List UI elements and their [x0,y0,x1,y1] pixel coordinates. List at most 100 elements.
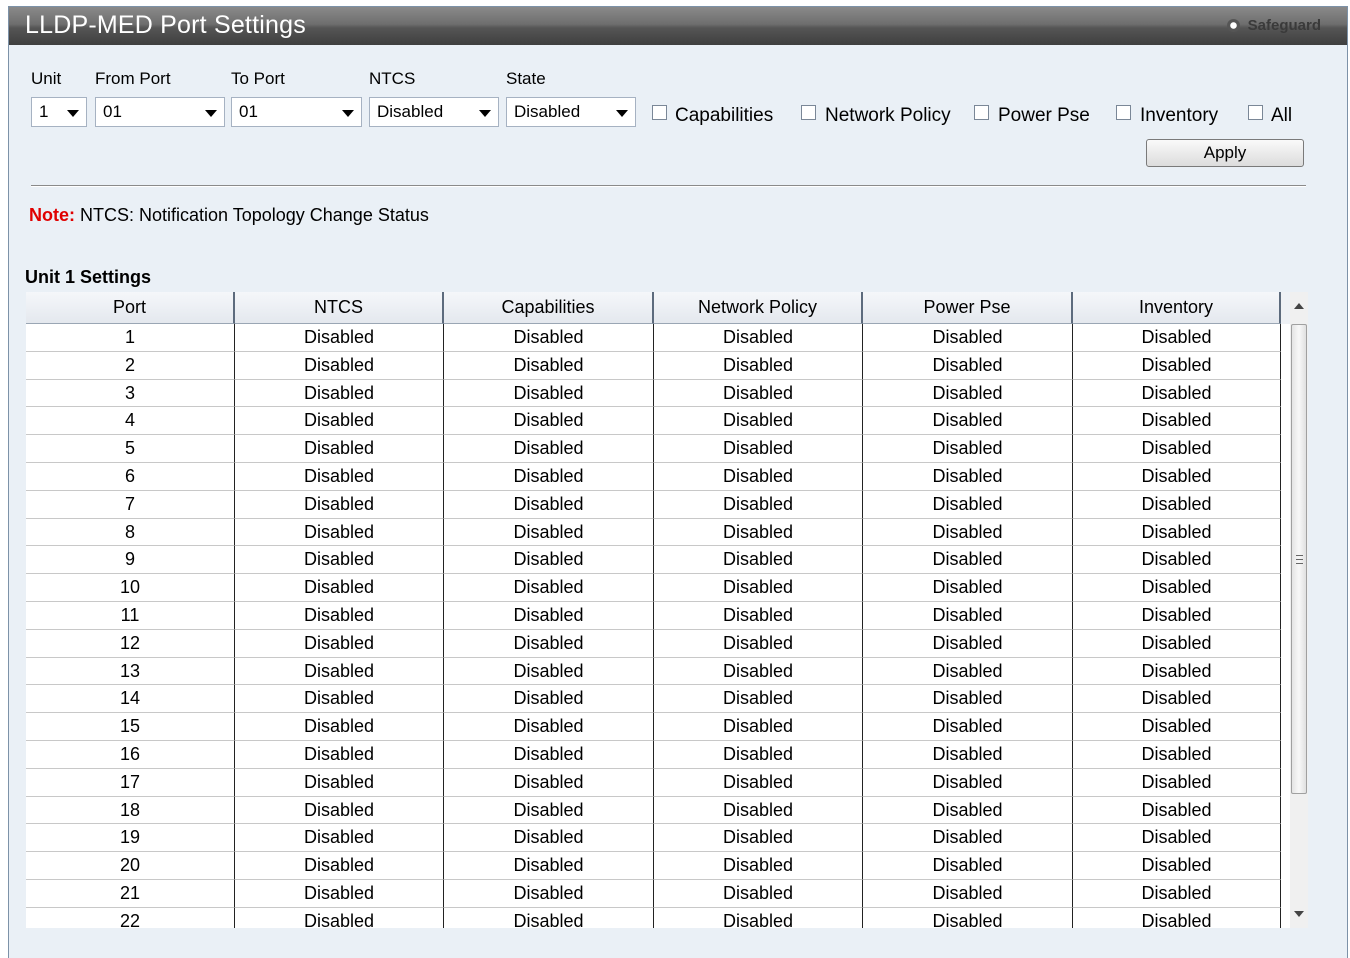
table-row: 12 Disabled Disabled Disabled Disabled Disabl… [26,629,1298,658]
table-cell: Disabled [863,351,1073,380]
table-cell: Disabled [235,379,444,408]
capabilities-checkbox[interactable] [652,105,667,120]
to-port-select[interactable]: 01 [231,97,362,127]
table-cell: Disabled [1073,490,1281,519]
table-cell: Disabled [1073,351,1281,380]
inventory-checkbox-label: Inventory [1140,105,1219,126]
scroll-down-arrow-icon[interactable] [1294,911,1304,917]
unit-select[interactable]: 1 [31,97,87,127]
table-cell: Disabled [1073,462,1281,491]
unit-label: Unit [31,69,62,88]
table-cell: Disabled [654,351,863,380]
table-cell: Disabled [654,435,863,463]
chevron-down-icon [67,110,79,117]
ntcs-select-value: Disabled [377,102,444,121]
ntcs-select[interactable]: Disabled [369,97,499,127]
table-row: 14 Disabled Disabled Disabled Disabled Disabl… [26,685,1298,714]
table-cell: Disabled [863,879,1073,908]
table-row: 11 Disabled Disabled Disabled Disabled Disabl… [26,601,1298,630]
table-cell: Disabled [235,407,444,436]
table-cell: 17 [26,768,235,797]
settings-table: Port NTCS Capabilities Network Policy Po… [26,292,1298,928]
divider [31,185,1306,187]
table-cell: Disabled [444,407,654,436]
table-row: 21 Disabled Disabled Disabled Disabled Disabl… [26,879,1298,908]
table-cell: Disabled [654,462,863,491]
table-cell: Disabled [654,601,863,630]
state-label: State [506,69,546,88]
table-cell: Disabled [444,490,654,519]
table-cell: Disabled [654,879,863,908]
table-cell: 18 [26,796,235,825]
from-port-select[interactable]: 01 [95,97,225,127]
table-cell: Disabled [654,574,863,602]
chevron-down-icon [616,110,628,117]
table-cell: Disabled [235,324,444,352]
table-cell: 3 [26,379,235,408]
table-cell: Disabled [235,657,444,686]
table-cell: Disabled [1073,601,1281,630]
table-cell: Disabled [1073,657,1281,686]
table-cell: Disabled [235,546,444,575]
table-row: 4 Disabled Disabled Disabled Disabled Disable… [26,407,1298,436]
table-cell: Disabled [654,629,863,658]
table-header: Port NTCS Capabilities Network Policy Po… [26,292,1298,324]
all-checkbox-label: All [1271,105,1293,126]
table-row: 9 Disabled Disabled Disabled Disabled Disable… [26,546,1298,575]
table-cell: Disabled [235,824,444,853]
all-checkbox[interactable] [1248,105,1263,120]
table-cell: Disabled [863,824,1073,853]
table-cell: Disabled [654,852,863,880]
table-cell: Disabled [654,546,863,575]
table-cell: Disabled [235,490,444,519]
inventory-checkbox[interactable] [1116,105,1131,120]
table-cell: Disabled [235,713,444,741]
table-cell: 2 [26,351,235,380]
scroll-up-arrow-icon[interactable] [1294,303,1304,309]
state-select[interactable]: Disabled [506,97,636,127]
table-cell: Disabled [1073,324,1281,352]
table-cell: Disabled [235,574,444,602]
table-row: 3 Disabled Disabled Disabled Disabled Disable… [26,379,1298,408]
table-cell: 14 [26,685,235,714]
column-header-ntcs: NTCS [235,292,444,324]
table-cell: Disabled [444,713,654,741]
table-cell: Disabled [654,768,863,797]
chevron-down-icon [342,110,354,117]
table-cell: Disabled [444,518,654,547]
chevron-down-icon [205,110,217,117]
table-cell: Disabled [863,852,1073,880]
table-cell: Disabled [1073,574,1281,602]
table-cell: Disabled [1073,435,1281,463]
power-pse-checkbox[interactable] [974,105,989,120]
network-policy-checkbox[interactable] [801,105,816,120]
table-scrollbar[interactable] [1290,292,1308,928]
chevron-down-icon [479,110,491,117]
table-cell: Disabled [1073,907,1281,928]
table-body: 1 Disabled Disabled Disabled Disabled Disable… [26,324,1298,928]
table-cell: Disabled [1073,796,1281,825]
table-cell: Disabled [444,740,654,769]
table-cell: 20 [26,852,235,880]
table-row: 16 Disabled Disabled Disabled Disabled Disabl… [26,740,1298,769]
table-cell: Disabled [444,379,654,408]
table-cell: Disabled [444,907,654,928]
table-cell: Disabled [235,351,444,380]
settings-panel: LLDP-MED Port Settings Safeguard Unit Fr… [8,6,1348,958]
table-cell: Disabled [863,546,1073,575]
table-cell: Disabled [863,379,1073,408]
table-cell: Disabled [863,657,1073,686]
table-cell: Disabled [654,685,863,714]
table-cell: Disabled [1073,879,1281,908]
table-cell: Disabled [654,796,863,825]
table-cell: Disabled [863,796,1073,825]
scrollbar-thumb[interactable] [1291,324,1307,794]
table-cell: Disabled [863,435,1073,463]
apply-button[interactable]: Apply [1146,139,1304,167]
table-cell: 8 [26,518,235,547]
table-row: 6 Disabled Disabled Disabled Disabled Disable… [26,462,1298,491]
unit-select-value: 1 [39,102,49,121]
table-cell: 22 [26,907,235,928]
table-cell: 7 [26,490,235,519]
table-cell: Disabled [863,574,1073,602]
